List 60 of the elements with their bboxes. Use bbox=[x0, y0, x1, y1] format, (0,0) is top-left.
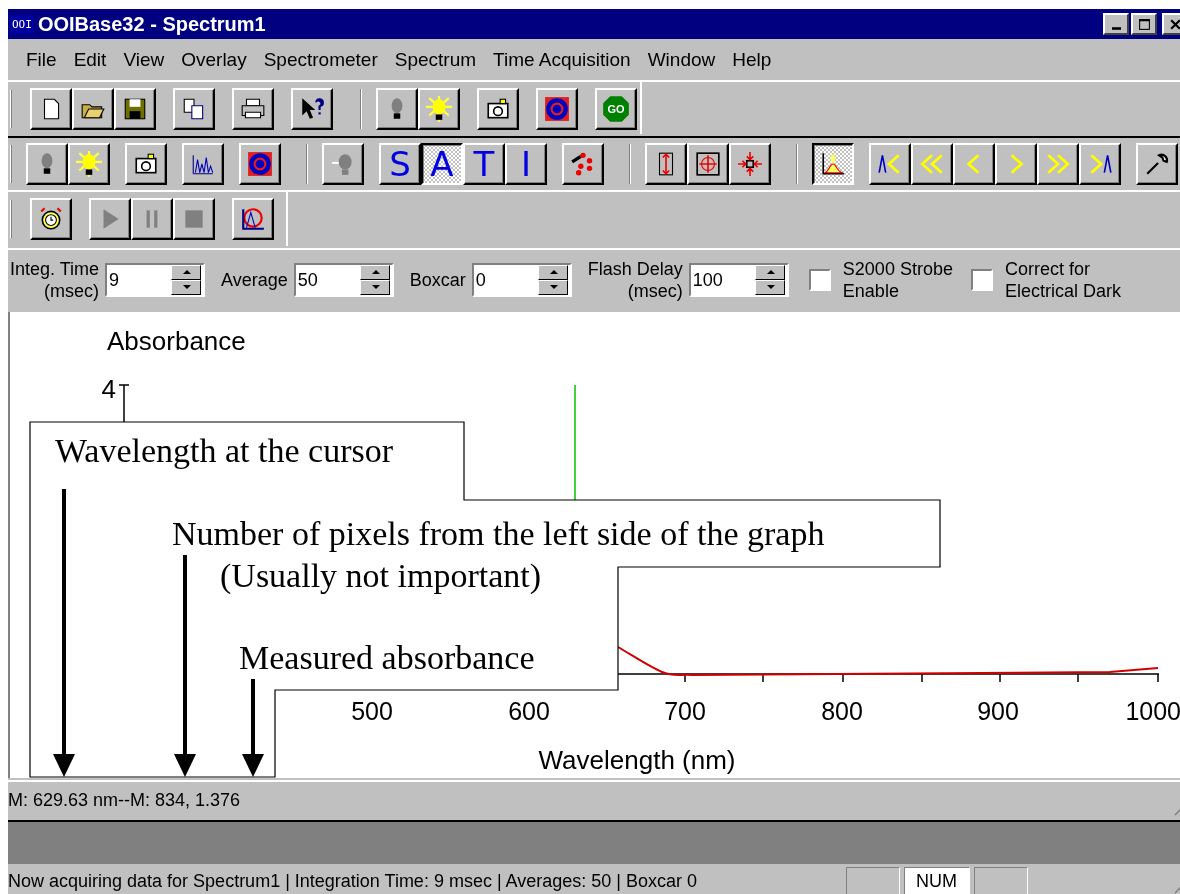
app-icon: OOI bbox=[10, 14, 34, 34]
pointer-question-icon bbox=[299, 95, 325, 122]
menu-item[interactable]: Window bbox=[639, 44, 725, 75]
tick-label: 800 bbox=[821, 697, 863, 725]
checkbox-label: S2000 Strobe Enable bbox=[842, 258, 953, 302]
tick-label: 900 bbox=[977, 697, 1019, 725]
status-panel bbox=[845, 867, 900, 894]
field-label: Boxcar bbox=[409, 269, 466, 291]
octagon-icon bbox=[602, 94, 630, 123]
mode-button[interactable]: T bbox=[463, 143, 505, 185]
tick-label: 600 bbox=[508, 697, 550, 725]
menu-item[interactable]: View bbox=[115, 44, 174, 75]
annotation-text: (Usually not important) bbox=[220, 557, 542, 594]
close-icon bbox=[1168, 17, 1180, 31]
mode-button[interactable]: A bbox=[421, 143, 463, 185]
menu-item[interactable]: Time Acquisition bbox=[485, 44, 640, 75]
menu-item[interactable]: Spectrum bbox=[386, 44, 486, 75]
menu-item[interactable]: Overlay bbox=[173, 44, 256, 75]
menu-item[interactable]: Help bbox=[724, 44, 781, 75]
glowing-lightbulb-icon bbox=[426, 95, 452, 122]
menu-item[interactable]: Spectrometer bbox=[255, 44, 387, 75]
num-lock-indicator: NUM bbox=[903, 867, 970, 894]
maximize-button[interactable] bbox=[1131, 13, 1157, 35]
wrench-icon bbox=[1144, 151, 1170, 177]
tick-label: 700 bbox=[664, 697, 706, 725]
mode-button[interactable]: S bbox=[379, 143, 421, 185]
field-label: Average bbox=[221, 269, 288, 291]
alarm-clock-icon bbox=[38, 206, 64, 232]
shrink-arrows-icon bbox=[737, 151, 763, 177]
axis-title: Wavelength (nm) bbox=[538, 745, 736, 775]
menu-item[interactable]: File bbox=[18, 44, 66, 75]
field-label: Flash Delay (msec) bbox=[587, 258, 683, 302]
annotation-text: Wavelength at the cursor bbox=[55, 432, 394, 469]
field-label: Integ. Time (msec) bbox=[10, 258, 100, 302]
mode-button[interactable]: I bbox=[505, 143, 547, 185]
checkbox[interactable] bbox=[808, 269, 831, 291]
checkbox[interactable] bbox=[970, 269, 993, 291]
chart-target-icon bbox=[240, 206, 266, 232]
crosshair-icon bbox=[695, 151, 721, 177]
annotation-text: Measured absorbance bbox=[239, 639, 535, 676]
status-panel bbox=[973, 867, 1028, 894]
cursor-readout: M: 629.63 nm--M: 834, 1.376 bbox=[8, 789, 241, 811]
target-icon bbox=[544, 95, 570, 122]
minimize-button[interactable] bbox=[1103, 13, 1129, 35]
checkbox-label: Correct for Electrical Dark bbox=[1004, 258, 1121, 302]
target-icon bbox=[247, 151, 273, 177]
tick-label: 1000 bbox=[1125, 697, 1180, 725]
minimize-icon bbox=[1111, 27, 1121, 30]
tick-label: 500 bbox=[351, 697, 393, 725]
window-title: OOIBase32 - Spectrum1 bbox=[37, 12, 266, 36]
maximize-icon bbox=[1137, 17, 1151, 31]
axis-title: Absorbance bbox=[107, 326, 246, 356]
annotation-text: Number of pixels from the left side of the graph bbox=[172, 515, 825, 552]
status-message: Now acquiring data for Spectrum1 | Integration Time: 9 msec | Averages: 50 | Boxcar 0 bbox=[8, 870, 698, 892]
toolbar-button[interactable] bbox=[812, 143, 854, 185]
go-button[interactable]: GO bbox=[595, 87, 637, 130]
glowing-lightbulb-icon bbox=[76, 151, 102, 177]
peak-chart-icon bbox=[820, 151, 846, 177]
menu-item[interactable]: Edit bbox=[65, 44, 116, 75]
tick-label: 4 bbox=[101, 374, 116, 404]
